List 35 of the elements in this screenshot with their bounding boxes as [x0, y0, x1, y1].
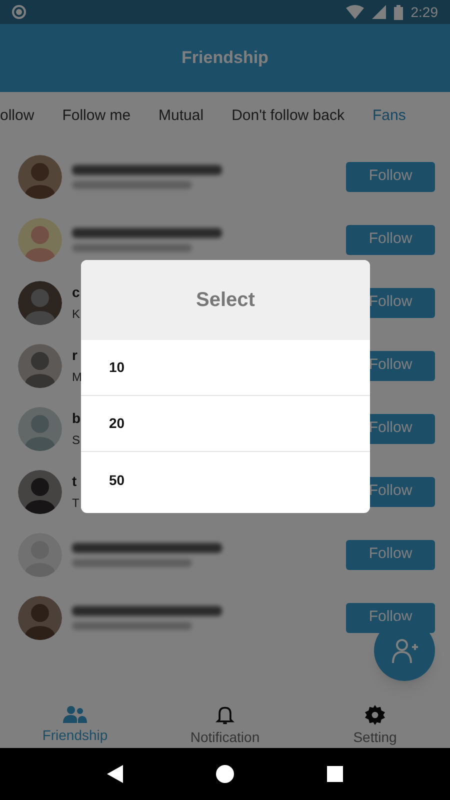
bottom-nav-tab[interactable]: Setting: [300, 700, 450, 748]
user-name: b: [72, 410, 81, 426]
bell-icon: [215, 705, 235, 725]
header-title: Friendship: [182, 47, 268, 70]
user-subtitle: K: [72, 306, 80, 322]
battery-icon: [394, 4, 403, 20]
back-icon[interactable]: [106, 765, 123, 783]
wifi-icon: [346, 5, 364, 19]
tab[interactable]: Mutual: [158, 96, 204, 136]
tab[interactable]: Don't follow back: [232, 96, 344, 136]
follow-button[interactable]: Follow: [346, 162, 435, 192]
tab[interactable]: Fans: [372, 96, 406, 136]
user-subtitle: T: [72, 494, 80, 510]
follow-button[interactable]: Follow: [346, 540, 435, 570]
home-icon[interactable]: [216, 765, 234, 783]
signal-icon: [372, 5, 386, 19]
tab[interactable]: ollow: [0, 96, 34, 136]
follow-button[interactable]: Follow: [346, 224, 435, 254]
user-name: r: [72, 346, 78, 362]
people-icon: [63, 705, 87, 723]
user-subtitle: S: [72, 432, 80, 448]
dialog-option[interactable]: 10: [81, 340, 370, 396]
status-circle-icon: [12, 5, 26, 19]
add-person-icon: [390, 636, 418, 664]
recents-icon[interactable]: [327, 766, 344, 782]
user-name: c: [72, 284, 80, 300]
user-subtitle: M: [72, 368, 82, 384]
bottom-nav-tab[interactable]: Notification: [150, 700, 300, 748]
settings-icon: [364, 705, 386, 725]
dialog-option[interactable]: 20: [81, 396, 370, 452]
bottom-nav-tab[interactable]: Friendship: [0, 700, 150, 748]
dialog-title: Select: [196, 288, 255, 313]
user-name: t: [72, 472, 77, 488]
status-time: 2:29: [410, 2, 438, 22]
tab[interactable]: Follow me: [62, 96, 131, 136]
